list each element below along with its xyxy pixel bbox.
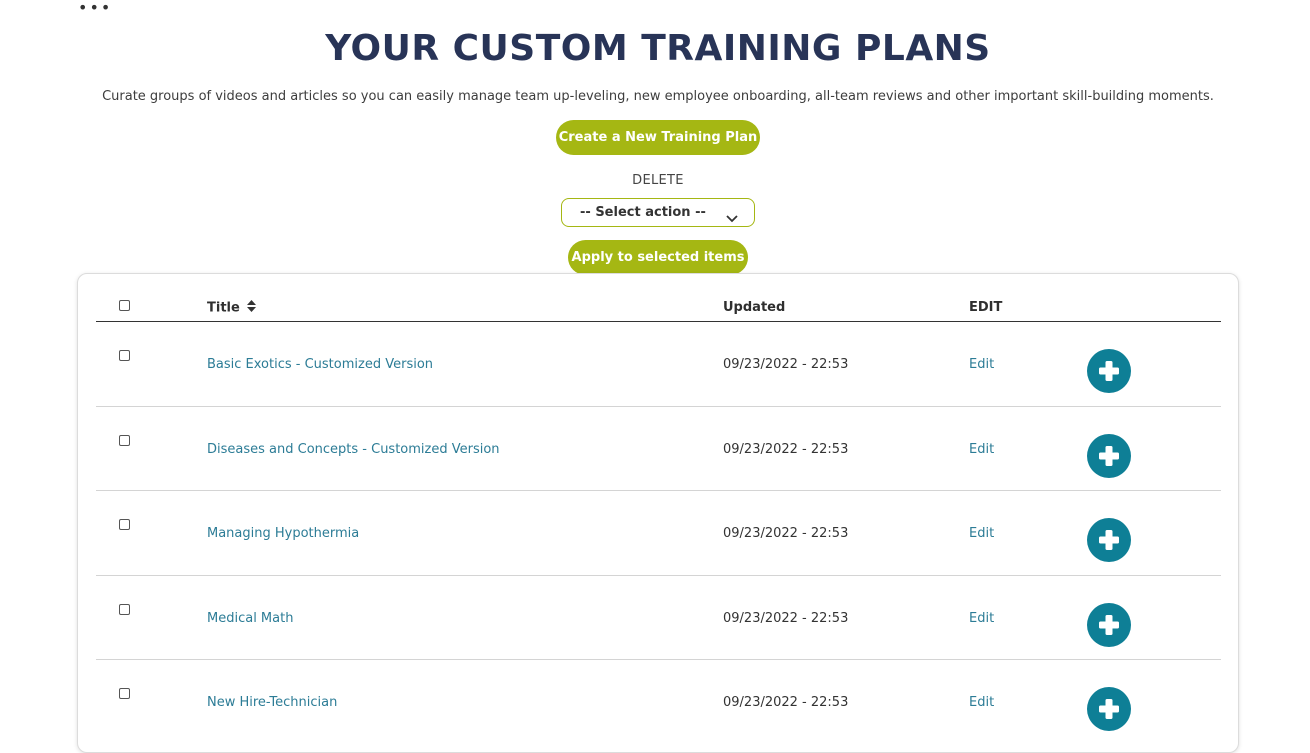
edit-link[interactable]: Edit [969, 695, 994, 710]
updated-date: 09/23/2022 - 22:53 [723, 526, 849, 541]
table-row: Managing Hypothermia 09/23/2022 - 22:53 … [96, 491, 1221, 576]
column-title[interactable]: Title [207, 300, 257, 316]
plan-title-link[interactable]: Medical Math [207, 611, 293, 626]
plan-title-link[interactable]: Basic Exotics - Customized Version [207, 357, 433, 372]
updated-date: 09/23/2022 - 22:53 [723, 357, 849, 372]
plus-icon[interactable] [1087, 433, 1131, 478]
create-training-plan-button[interactable]: Create a New Training Plan [556, 120, 760, 155]
bulk-action-select[interactable]: -- Select action -- [561, 198, 755, 227]
page-title: YOUR CUSTOM TRAINING PLANS [325, 28, 991, 69]
chevron-down-icon [726, 207, 738, 223]
page-subtitle: Curate groups of videos and articles so … [102, 89, 1214, 104]
training-plans-table: Title Updated EDIT Basic Exotics - Custo… [77, 273, 1239, 753]
bulk-action-label: DELETE [632, 173, 684, 188]
updated-date: 09/23/2022 - 22:53 [723, 610, 849, 626]
plan-title-link[interactable]: Diseases and Concepts - Customized Versi… [207, 442, 500, 457]
edit-link[interactable]: Edit [969, 357, 994, 372]
row-checkbox[interactable] [119, 434, 130, 446]
table-header: Title Updated EDIT [96, 274, 1221, 322]
plus-icon[interactable] [1087, 602, 1131, 647]
table-row: Basic Exotics - Customized Version 09/23… [96, 322, 1221, 407]
more-dots-icon[interactable]: ••• [78, 0, 112, 16]
plus-icon[interactable] [1087, 349, 1131, 393]
column-updated: Updated [723, 300, 786, 315]
column-title-label: Title [207, 300, 240, 316]
plus-icon[interactable] [1087, 687, 1131, 731]
plus-icon[interactable] [1087, 518, 1131, 562]
column-edit: EDIT [969, 300, 1003, 315]
updated-date: 09/23/2022 - 22:53 [723, 441, 849, 457]
edit-link[interactable]: Edit [969, 526, 994, 541]
table-row: Medical Math 09/23/2022 - 22:53 Edit [96, 576, 1221, 660]
plan-title-link[interactable]: Managing Hypothermia [207, 526, 359, 541]
sort-icon[interactable] [247, 300, 257, 316]
row-checkbox[interactable] [119, 603, 130, 615]
select-value: -- Select action -- [580, 205, 706, 220]
row-checkbox[interactable] [119, 350, 130, 361]
table-row: Diseases and Concepts - Customized Versi… [96, 407, 1221, 491]
plan-title-link[interactable]: New Hire-Technician [207, 695, 337, 710]
table-row: New Hire-Technician 09/23/2022 - 22:53 E… [96, 660, 1221, 745]
row-checkbox[interactable] [119, 519, 130, 530]
apply-to-selected-button[interactable]: Apply to selected items [568, 240, 748, 275]
edit-link[interactable]: Edit [969, 442, 994, 457]
edit-link[interactable]: Edit [969, 611, 994, 626]
row-checkbox[interactable] [119, 688, 130, 699]
select-all-checkbox[interactable] [119, 300, 130, 311]
updated-date: 09/23/2022 - 22:53 [723, 695, 849, 710]
